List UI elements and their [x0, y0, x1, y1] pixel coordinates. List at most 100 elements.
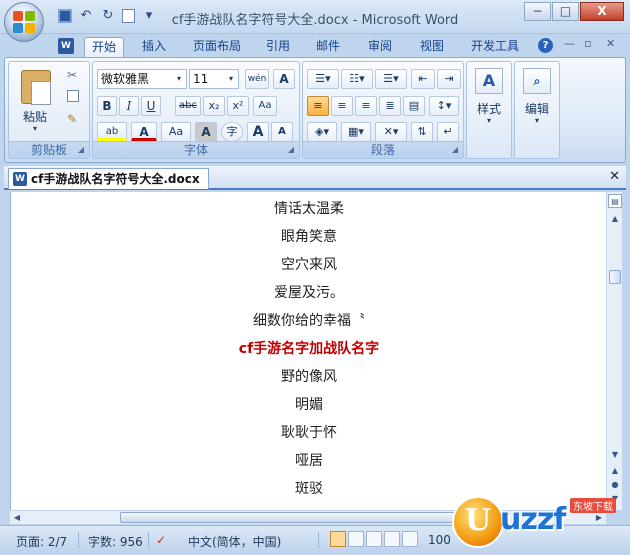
borders-button[interactable]: ▦▾: [341, 122, 371, 142]
minimize-button[interactable]: −: [524, 2, 551, 21]
proofing-icon[interactable]: ✓: [156, 533, 166, 547]
subscript-button[interactable]: x₂: [203, 96, 225, 116]
font-group-label: 字体: [93, 141, 299, 158]
shrink-font-button[interactable]: A: [271, 122, 293, 142]
zoom-level[interactable]: 100: [428, 533, 451, 547]
character-border-button[interactable]: A: [273, 69, 295, 89]
status-divider: [78, 532, 79, 548]
tab-developer[interactable]: 开发工具: [464, 37, 526, 58]
scroll-down-icon[interactable]: ▼: [608, 448, 622, 462]
outline-view-button[interactable]: [384, 531, 400, 547]
justify-button[interactable]: ≣: [379, 96, 401, 116]
increase-indent-button[interactable]: ⇥: [437, 69, 461, 89]
highlight-button[interactable]: ab: [97, 122, 127, 142]
change-case-button[interactable]: Aa: [161, 122, 191, 142]
draft-view-button[interactable]: [402, 531, 418, 547]
paste-dropdown-icon: ▾: [32, 124, 37, 133]
restore-button[interactable]: □: [552, 2, 579, 21]
tab-references[interactable]: 引用: [258, 37, 298, 58]
editing-group[interactable]: ⌕ 编辑 ▾: [514, 61, 560, 159]
distributed-button[interactable]: ▤: [403, 96, 425, 116]
underline-button[interactable]: U: [141, 96, 161, 116]
paste-label: 粘贴: [22, 110, 47, 124]
bold-button[interactable]: B: [97, 96, 117, 116]
word-count[interactable]: 字数: 956: [88, 533, 143, 550]
close-button[interactable]: X: [580, 2, 624, 21]
document-line: 细数你给的幸福〝: [253, 313, 365, 329]
format-painter-icon[interactable]: ✎: [67, 112, 77, 126]
office-button[interactable]: [4, 2, 44, 42]
editing-dropdown-icon: ▾: [534, 116, 539, 125]
document-page[interactable]: 情话太温柔 眼角笑意 空穴来风 爱屋及污。 细数你给的幸福〝 cf手游名字加战队…: [10, 192, 606, 510]
tab-review[interactable]: 审阅: [360, 37, 400, 58]
language-indicator[interactable]: 中文(简体，中国): [188, 533, 281, 550]
align-right-button[interactable]: ≡: [355, 96, 377, 116]
shading-button[interactable]: ◈▾: [307, 122, 337, 142]
paragraph-launcher-icon[interactable]: ◢: [450, 145, 460, 155]
clear-formatting-button[interactable]: Aa: [253, 96, 277, 116]
document-line: 耿耿于怀: [281, 425, 337, 441]
bullets-button[interactable]: ☰▾: [307, 69, 339, 89]
word-doc-icon[interactable]: W: [58, 38, 74, 54]
ruler-toggle-icon[interactable]: ▤: [608, 194, 622, 208]
copy-icon[interactable]: [67, 90, 79, 102]
align-center-button[interactable]: ≡: [331, 96, 353, 116]
help-icon[interactable]: ?: [538, 38, 553, 53]
font-name-dropdown-icon[interactable]: ▾: [173, 71, 185, 87]
status-divider: [318, 532, 319, 548]
watermark-logo: U: [452, 496, 504, 548]
document-heading: cf手游名字加战队名字: [238, 341, 380, 357]
decrease-indent-button[interactable]: ⇤: [411, 69, 435, 89]
ribbon-restore-icon[interactable]: ▫: [584, 37, 591, 50]
document-line: 野的像风: [281, 369, 337, 385]
sort-button[interactable]: ⇅: [411, 122, 433, 142]
strikethrough-button[interactable]: abc: [175, 96, 201, 116]
cut-icon[interactable]: ✂: [67, 68, 77, 82]
grow-font-button[interactable]: A: [247, 122, 269, 142]
full-screen-reading-view-button[interactable]: [348, 531, 364, 547]
tab-home[interactable]: 开始: [84, 37, 124, 58]
document-line: 明媚: [295, 397, 323, 413]
document-close-icon[interactable]: ✕: [609, 169, 620, 184]
show-marks-button[interactable]: ↵: [437, 122, 459, 142]
font-size-dropdown-icon[interactable]: ▾: [225, 71, 237, 87]
browse-object-icon[interactable]: ●: [608, 478, 622, 492]
tab-insert[interactable]: 插入: [134, 37, 174, 58]
styles-group[interactable]: A 样式 ▾: [466, 61, 512, 159]
tab-view[interactable]: 视图: [412, 37, 452, 58]
phonetic-guide-button[interactable]: wén: [245, 69, 269, 89]
web-layout-view-button[interactable]: [366, 531, 382, 547]
document-tab[interactable]: W cf手游战队名字符号大全.docx: [8, 168, 209, 189]
tab-mailings[interactable]: 邮件: [308, 37, 348, 58]
line-spacing-button[interactable]: ↕▾: [429, 96, 459, 116]
previous-page-icon[interactable]: ▲: [608, 464, 622, 478]
font-launcher-icon[interactable]: ◢: [286, 145, 296, 155]
character-shading-button[interactable]: A: [195, 122, 217, 142]
align-left-button[interactable]: ≡: [307, 96, 329, 116]
editing-label: 编辑: [524, 102, 549, 116]
superscript-button[interactable]: x²: [227, 96, 249, 116]
multilevel-list-button[interactable]: ☰▾: [375, 69, 407, 89]
ribbon-minimize-icon[interactable]: —: [564, 37, 575, 50]
horizontal-scroll-thumb[interactable]: [120, 512, 490, 523]
tab-page-layout[interactable]: 页面布局: [186, 37, 248, 58]
scroll-left-icon[interactable]: ◀: [10, 511, 24, 525]
font-color-button[interactable]: A: [131, 122, 157, 142]
numbering-button[interactable]: ☷▾: [341, 69, 373, 89]
office-logo-icon: [13, 11, 35, 33]
enclose-characters-button[interactable]: 字: [221, 122, 243, 142]
italic-button[interactable]: I: [119, 96, 139, 116]
styles-icon: A: [475, 68, 503, 94]
page-count[interactable]: 页面: 2/7: [16, 533, 67, 550]
document-line: 哑居: [295, 453, 323, 469]
vertical-scrollbar[interactable]: ▤ ▲ ▼ ▲ ● ▼: [606, 192, 622, 510]
vertical-scroll-thumb[interactable]: [609, 270, 621, 284]
ribbon: 粘贴 ▾ ✂ ✎ 剪贴板 ◢ 微软雅黑 ▾ 11 ▾ wén A B I U a…: [4, 57, 626, 163]
paste-button[interactable]: 粘贴 ▾: [11, 64, 59, 140]
ribbon-close-icon[interactable]: ✕: [606, 37, 615, 50]
chinese-layout-button[interactable]: ✕▾: [375, 122, 407, 142]
print-layout-view-button[interactable]: [330, 531, 346, 547]
scroll-up-icon[interactable]: ▲: [608, 212, 622, 226]
paragraph-group: ☰▾ ☷▾ ☰▾ ⇤ ⇥ ≡ ≡ ≡ ≣ ▤ ↕▾ ◈▾ ▦▾ ✕▾ ⇅ ↵ 段…: [302, 61, 464, 159]
clipboard-launcher-icon[interactable]: ◢: [76, 145, 86, 155]
